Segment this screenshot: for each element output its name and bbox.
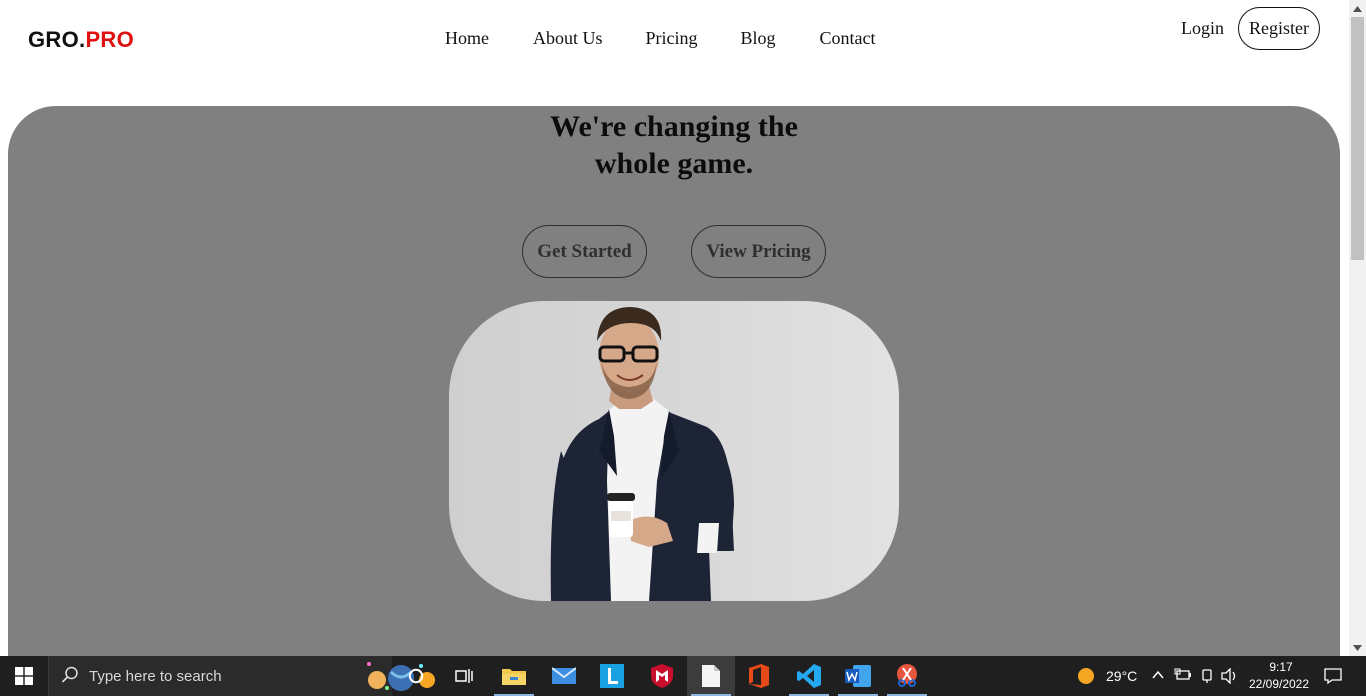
volume-icon[interactable] [1221, 668, 1239, 684]
snipping-tool-button[interactable] [883, 656, 931, 696]
hero-title-line-1: We're changing the [550, 110, 798, 143]
site-logo[interactable]: GRO.PRO [28, 27, 134, 53]
windows-taskbar: Type here to search 29°C 9:17 22/09/2022 [0, 656, 1366, 696]
view-pricing-button[interactable]: View Pricing [691, 225, 826, 278]
nav-blog[interactable]: Blog [741, 28, 776, 49]
hero-image [449, 301, 899, 601]
battery-icon[interactable] [1174, 668, 1192, 682]
logo-part-pro: PRO [85, 27, 135, 52]
network-icon[interactable] [1199, 668, 1215, 684]
learning-app-icon [600, 664, 624, 688]
page-scrollbar[interactable] [1349, 0, 1366, 656]
register-button[interactable]: Register [1238, 7, 1320, 50]
notepad-icon [702, 665, 720, 687]
mail-icon [552, 667, 576, 684]
web-page: GRO.PRO Home About Us Pricing Blog Conta… [0, 0, 1349, 656]
hero-title-line-2: whole game. [594, 147, 754, 180]
weather-sun-icon[interactable] [1076, 666, 1096, 686]
mcafee-button[interactable] [638, 656, 686, 696]
vscode-icon [797, 664, 821, 688]
hero-section: We're changing the whole game. Get Start… [8, 106, 1340, 656]
logo-part-gro: GRO. [28, 27, 86, 52]
nav-about-us[interactable]: About Us [533, 28, 603, 49]
clock-time[interactable]: 9:17 [1264, 660, 1298, 674]
snipping-tool-icon [897, 664, 917, 687]
chevron-up-icon[interactable] [1152, 670, 1164, 680]
cortana-icon [408, 668, 424, 684]
weather-temperature[interactable]: 29°C [1106, 668, 1137, 684]
start-button[interactable] [0, 656, 48, 696]
vscode-button[interactable] [785, 656, 833, 696]
clock-date[interactable]: 22/09/2022 [1245, 677, 1313, 691]
notepad-button[interactable] [687, 656, 735, 696]
office-button[interactable] [735, 656, 783, 696]
hero-title: We're changing the whole game. [8, 108, 1340, 182]
get-started-button[interactable]: Get Started [522, 225, 647, 278]
scrollbar-thumb[interactable] [1351, 17, 1364, 260]
task-view-icon [455, 669, 473, 683]
cortana-button[interactable] [392, 656, 440, 696]
taskbar-search-box[interactable]: Type here to search [48, 656, 435, 696]
office-icon [749, 664, 769, 688]
task-view-button[interactable] [440, 656, 488, 696]
word-icon [845, 665, 871, 687]
mcafee-icon [651, 664, 673, 688]
mail-button[interactable] [540, 656, 588, 696]
file-explorer-button[interactable] [490, 656, 538, 696]
word-button[interactable] [834, 656, 882, 696]
windows-logo-icon [15, 667, 33, 685]
search-icon [61, 666, 78, 683]
nav-home[interactable]: Home [445, 28, 489, 49]
login-link[interactable]: Login [1181, 18, 1224, 39]
scroll-up-arrow-icon[interactable] [1349, 0, 1366, 17]
nav-pricing[interactable]: Pricing [646, 28, 698, 49]
file-explorer-icon [502, 669, 526, 685]
nav-contact[interactable]: Contact [820, 28, 876, 49]
man-with-coffee-illustration [550, 307, 734, 601]
search-placeholder: Type here to search [89, 668, 222, 685]
main-nav: Home About Us Pricing Blog Contact [445, 28, 876, 49]
notification-center-icon[interactable] [1324, 667, 1342, 685]
scroll-down-arrow-icon[interactable] [1349, 639, 1366, 656]
learning-app-button[interactable] [588, 656, 636, 696]
